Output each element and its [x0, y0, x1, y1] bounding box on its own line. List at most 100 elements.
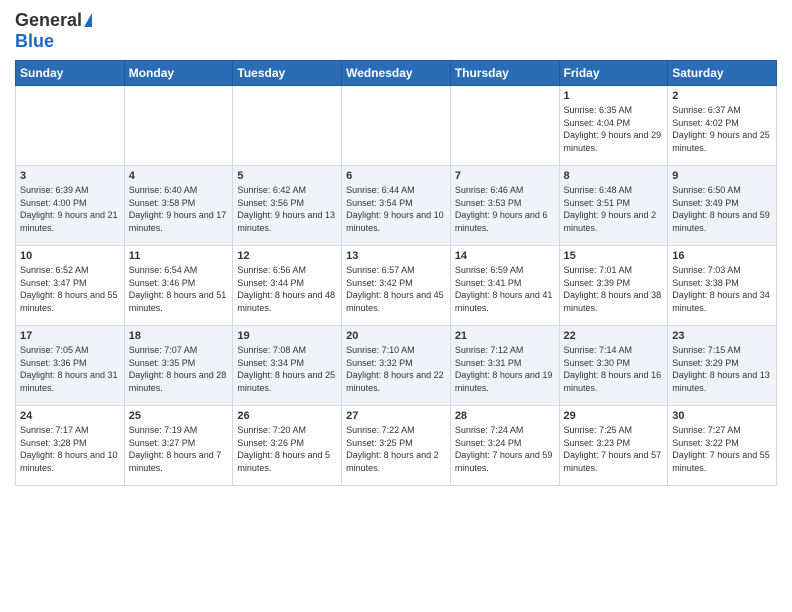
- day-number: 16: [672, 250, 772, 262]
- calendar-cell: 28 Sunrise: 7:24 AM Sunset: 3:24 PM Dayli…: [450, 406, 559, 486]
- day-number: 13: [346, 250, 446, 262]
- calendar-cell: 29 Sunrise: 7:25 AM Sunset: 3:23 PM Dayli…: [559, 406, 668, 486]
- calendar-cell: [124, 86, 233, 166]
- day-info: Sunrise: 6:50 AM Sunset: 3:49 PM Dayligh…: [672, 184, 772, 234]
- day-number: 18: [129, 330, 229, 342]
- weekday-header-thursday: Thursday: [450, 61, 559, 86]
- calendar-cell: 2 Sunrise: 6:37 AM Sunset: 4:02 PM Daylig…: [668, 86, 777, 166]
- day-info: Sunrise: 7:14 AM Sunset: 3:30 PM Dayligh…: [564, 344, 664, 394]
- day-number: 26: [237, 410, 337, 422]
- day-info: Sunrise: 6:44 AM Sunset: 3:54 PM Dayligh…: [346, 184, 446, 234]
- day-info: Sunrise: 7:24 AM Sunset: 3:24 PM Dayligh…: [455, 424, 555, 474]
- calendar-cell: 11 Sunrise: 6:54 AM Sunset: 3:46 PM Dayli…: [124, 246, 233, 326]
- day-info: Sunrise: 6:42 AM Sunset: 3:56 PM Dayligh…: [237, 184, 337, 234]
- calendar-cell: 15 Sunrise: 7:01 AM Sunset: 3:39 PM Dayli…: [559, 246, 668, 326]
- day-number: 6: [346, 170, 446, 182]
- day-info: Sunrise: 6:39 AM Sunset: 4:00 PM Dayligh…: [20, 184, 120, 234]
- calendar-cell: 27 Sunrise: 7:22 AM Sunset: 3:25 PM Dayli…: [342, 406, 451, 486]
- day-info: Sunrise: 6:52 AM Sunset: 3:47 PM Dayligh…: [20, 264, 120, 314]
- day-number: 30: [672, 410, 772, 422]
- day-info: Sunrise: 7:08 AM Sunset: 3:34 PM Dayligh…: [237, 344, 337, 394]
- calendar-cell: 25 Sunrise: 7:19 AM Sunset: 3:27 PM Dayli…: [124, 406, 233, 486]
- logo: General Blue: [15, 10, 92, 52]
- day-info: Sunrise: 7:07 AM Sunset: 3:35 PM Dayligh…: [129, 344, 229, 394]
- day-info: Sunrise: 7:25 AM Sunset: 3:23 PM Dayligh…: [564, 424, 664, 474]
- day-number: 1: [564, 90, 664, 102]
- main-container: General Blue SundayMondayTuesdayWednesda…: [0, 0, 792, 496]
- weekday-header-tuesday: Tuesday: [233, 61, 342, 86]
- calendar-cell: 22Sunrise: 7:14 AM Sunset: 3:30 PM Dayli…: [559, 326, 668, 406]
- calendar-week-row: 3 Sunrise: 6:39 AM Sunset: 4:00 PM Daylig…: [16, 166, 777, 246]
- day-number: 12: [237, 250, 337, 262]
- day-info: Sunrise: 7:12 AM Sunset: 3:31 PM Dayligh…: [455, 344, 555, 394]
- day-number: 28: [455, 410, 555, 422]
- calendar-cell: 26 Sunrise: 7:20 AM Sunset: 3:26 PM Dayli…: [233, 406, 342, 486]
- logo-triangle-icon: [84, 13, 92, 27]
- calendar-cell: 14 Sunrise: 6:59 AM Sunset: 3:41 PM Dayli…: [450, 246, 559, 326]
- day-info: Sunrise: 7:10 AM Sunset: 3:32 PM Dayligh…: [346, 344, 446, 394]
- day-info: Sunrise: 7:27 AM Sunset: 3:22 PM Dayligh…: [672, 424, 772, 474]
- day-info: Sunrise: 6:46 AM Sunset: 3:53 PM Dayligh…: [455, 184, 555, 234]
- day-info: Sunrise: 6:35 AM Sunset: 4:04 PM Dayligh…: [564, 104, 664, 154]
- day-number: 21: [455, 330, 555, 342]
- day-info: Sunrise: 7:22 AM Sunset: 3:25 PM Dayligh…: [346, 424, 446, 474]
- day-number: 8: [564, 170, 664, 182]
- calendar-cell: 10 Sunrise: 6:52 AM Sunset: 3:47 PM Dayli…: [16, 246, 125, 326]
- day-info: Sunrise: 7:01 AM Sunset: 3:39 PM Dayligh…: [564, 264, 664, 314]
- calendar-cell: 24 Sunrise: 7:17 AM Sunset: 3:28 PM Dayli…: [16, 406, 125, 486]
- day-number: 4: [129, 170, 229, 182]
- calendar-cell: [342, 86, 451, 166]
- day-number: 19: [237, 330, 337, 342]
- calendar-cell: 12Sunrise: 6:56 AM Sunset: 3:44 PM Dayli…: [233, 246, 342, 326]
- calendar-cell: 7Sunrise: 6:46 AM Sunset: 3:53 PM Daylig…: [450, 166, 559, 246]
- day-info: Sunrise: 7:15 AM Sunset: 3:29 PM Dayligh…: [672, 344, 772, 394]
- day-number: 14: [455, 250, 555, 262]
- day-number: 15: [564, 250, 664, 262]
- weekday-header-wednesday: Wednesday: [342, 61, 451, 86]
- calendar-cell: [16, 86, 125, 166]
- day-info: Sunrise: 7:19 AM Sunset: 3:27 PM Dayligh…: [129, 424, 229, 474]
- calendar-table: SundayMondayTuesdayWednesdayThursdayFrid…: [15, 60, 777, 486]
- day-number: 25: [129, 410, 229, 422]
- weekday-header-sunday: Sunday: [16, 61, 125, 86]
- day-number: 5: [237, 170, 337, 182]
- logo-blue-text: Blue: [15, 31, 54, 52]
- calendar-cell: 1 Sunrise: 6:35 AM Sunset: 4:04 PM Daylig…: [559, 86, 668, 166]
- day-number: 9: [672, 170, 772, 182]
- day-number: 3: [20, 170, 120, 182]
- day-number: 2: [672, 90, 772, 102]
- calendar-cell: 6 Sunrise: 6:44 AM Sunset: 3:54 PM Daylig…: [342, 166, 451, 246]
- calendar-cell: 16Sunrise: 7:03 AM Sunset: 3:38 PM Dayli…: [668, 246, 777, 326]
- calendar-cell: 23Sunrise: 7:15 AM Sunset: 3:29 PM Dayli…: [668, 326, 777, 406]
- header: General Blue: [15, 10, 777, 52]
- day-info: Sunrise: 7:17 AM Sunset: 3:28 PM Dayligh…: [20, 424, 120, 474]
- day-info: Sunrise: 7:05 AM Sunset: 3:36 PM Dayligh…: [20, 344, 120, 394]
- calendar-cell: 9 Sunrise: 6:50 AM Sunset: 3:49 PM Daylig…: [668, 166, 777, 246]
- weekday-header-friday: Friday: [559, 61, 668, 86]
- calendar-cell: 19 Sunrise: 7:08 AM Sunset: 3:34 PM Dayli…: [233, 326, 342, 406]
- calendar-cell: 4Sunrise: 6:40 AM Sunset: 3:58 PM Daylig…: [124, 166, 233, 246]
- day-number: 27: [346, 410, 446, 422]
- day-info: Sunrise: 6:54 AM Sunset: 3:46 PM Dayligh…: [129, 264, 229, 314]
- day-number: 10: [20, 250, 120, 262]
- day-info: Sunrise: 6:37 AM Sunset: 4:02 PM Dayligh…: [672, 104, 772, 154]
- day-info: Sunrise: 6:59 AM Sunset: 3:41 PM Dayligh…: [455, 264, 555, 314]
- calendar-cell: 17 Sunrise: 7:05 AM Sunset: 3:36 PM Dayli…: [16, 326, 125, 406]
- calendar-cell: 3 Sunrise: 6:39 AM Sunset: 4:00 PM Daylig…: [16, 166, 125, 246]
- calendar-cell: 8 Sunrise: 6:48 AM Sunset: 3:51 PM Daylig…: [559, 166, 668, 246]
- calendar-cell: 5 Sunrise: 6:42 AM Sunset: 3:56 PM Daylig…: [233, 166, 342, 246]
- day-number: 17: [20, 330, 120, 342]
- day-info: Sunrise: 6:48 AM Sunset: 3:51 PM Dayligh…: [564, 184, 664, 234]
- calendar-cell: [450, 86, 559, 166]
- calendar-week-row: 1 Sunrise: 6:35 AM Sunset: 4:04 PM Daylig…: [16, 86, 777, 166]
- calendar-week-row: 10 Sunrise: 6:52 AM Sunset: 3:47 PM Dayli…: [16, 246, 777, 326]
- weekday-header-monday: Monday: [124, 61, 233, 86]
- day-info: Sunrise: 7:20 AM Sunset: 3:26 PM Dayligh…: [237, 424, 337, 474]
- day-number: 24: [20, 410, 120, 422]
- calendar-week-row: 17 Sunrise: 7:05 AM Sunset: 3:36 PM Dayli…: [16, 326, 777, 406]
- calendar-cell: 18 Sunrise: 7:07 AM Sunset: 3:35 PM Dayli…: [124, 326, 233, 406]
- calendar-cell: [233, 86, 342, 166]
- day-number: 11: [129, 250, 229, 262]
- weekday-header-saturday: Saturday: [668, 61, 777, 86]
- day-number: 29: [564, 410, 664, 422]
